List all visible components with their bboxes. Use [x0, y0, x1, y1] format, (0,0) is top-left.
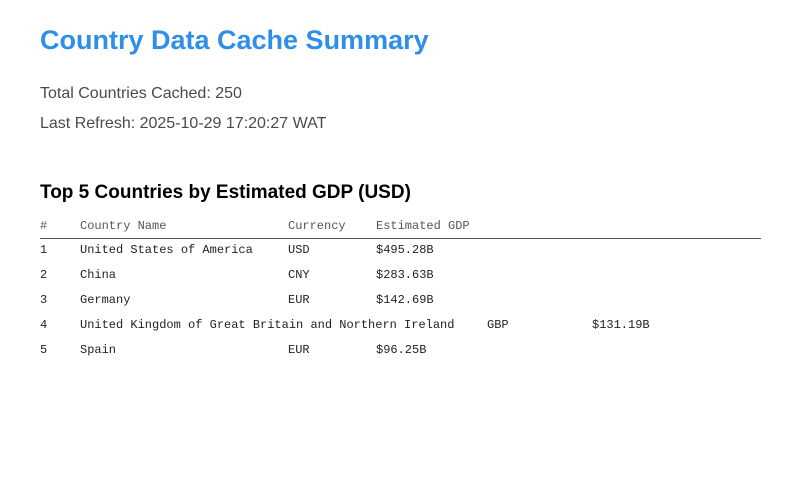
top-countries-table: # Country Name Currency Estimated GDP 1 …	[40, 214, 761, 364]
top-countries-heading: Top 5 Countries by Estimated GDP (USD)	[40, 182, 411, 203]
summary-page: Country Data Cache Summary Total Countri…	[0, 0, 800, 500]
row-rank: 1	[40, 243, 48, 257]
row-country-name: Spain	[80, 343, 117, 357]
table-row: 2 China CNY $283.63B	[40, 264, 761, 289]
table-row: 5 Spain EUR $96.25B	[40, 339, 761, 364]
row-gdp: $142.69B	[376, 293, 434, 307]
row-gdp: $283.63B	[376, 268, 434, 282]
row-currency: GBP	[487, 318, 509, 332]
row-gdp: $131.19B	[592, 318, 650, 332]
header-rank: #	[40, 219, 48, 233]
page-title: Country Data Cache Summary	[40, 25, 429, 55]
row-currency: EUR	[288, 293, 310, 307]
row-rank: 2	[40, 268, 48, 282]
row-currency: CNY	[288, 268, 310, 282]
row-rank: 5	[40, 343, 48, 357]
table-header: # Country Name Currency Estimated GDP	[40, 214, 761, 239]
row-country-name: United States of America	[80, 243, 253, 257]
table-row: 1 United States of America USD $495.28B	[40, 239, 761, 264]
row-gdp: $96.25B	[376, 343, 427, 357]
header-currency: Currency	[288, 219, 346, 233]
row-currency: EUR	[288, 343, 310, 357]
table-row: 4 United Kingdom of Great Britain and No…	[40, 314, 761, 339]
header-country-name: Country Name	[80, 219, 167, 233]
row-gdp: $495.28B	[376, 243, 434, 257]
row-rank: 4	[40, 318, 48, 332]
last-refresh-text: Last Refresh: 2025-10-29 17:20:27 WAT	[40, 115, 327, 132]
row-rank: 3	[40, 293, 48, 307]
table-row: 3 Germany EUR $142.69B	[40, 289, 761, 314]
total-countries-text: Total Countries Cached: 250	[40, 85, 242, 102]
row-country-name: United Kingdom of Great Britain and Nort…	[80, 318, 455, 332]
row-country-name: Germany	[80, 293, 131, 307]
header-estimated-gdp: Estimated GDP	[376, 219, 470, 233]
row-country-name: China	[80, 268, 117, 282]
row-currency: USD	[288, 243, 310, 257]
